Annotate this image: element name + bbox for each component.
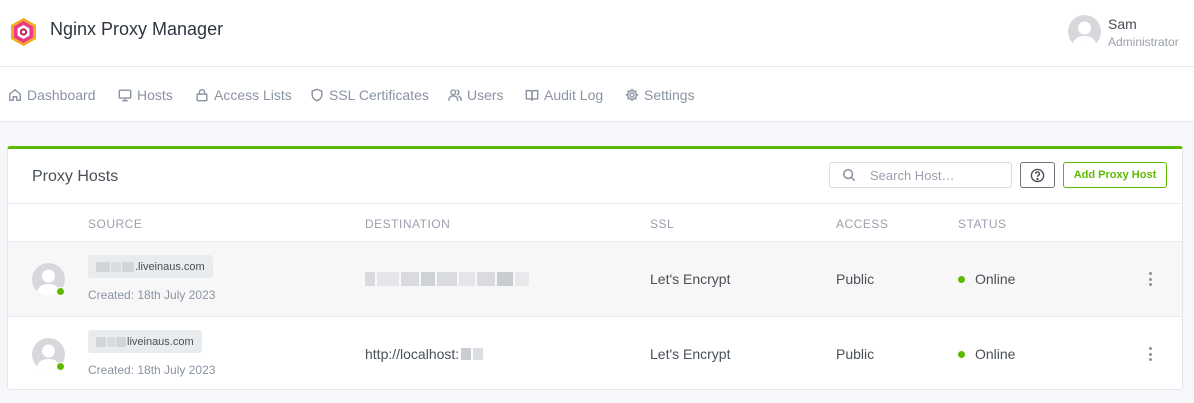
search-input[interactable] (870, 167, 1010, 183)
redacted-text (461, 348, 472, 360)
source-domain-text: liveinaus.com (127, 335, 194, 348)
nav-label: Users (467, 87, 504, 103)
nav-label: Dashboard (27, 87, 96, 103)
nav-item-dashboard[interactable]: Dashboard (8, 85, 96, 105)
lock-icon (196, 89, 208, 102)
book-icon (525, 89, 539, 101)
access-value: Public (836, 346, 875, 362)
nav-label: Settings (644, 87, 695, 103)
online-indicator (56, 287, 65, 296)
nav-item-settings[interactable]: Settings (625, 85, 695, 105)
nav-item-access-lists[interactable]: Access Lists (195, 85, 292, 105)
nav-item-audit-log[interactable]: Audit Log (525, 85, 603, 105)
table-row[interactable]: liveinaus.com Created: 18th July 2023 ht… (8, 316, 1182, 391)
proxy-hosts-card: Proxy Hosts Add Proxy Host SOURCE DESTIN… (7, 146, 1183, 390)
source-domain-tag[interactable]: liveinaus.com (88, 330, 202, 353)
column-header-status[interactable]: STATUS (958, 217, 1007, 231)
app-title: Nginx Proxy Manager (50, 19, 224, 39)
redacted-text (96, 336, 106, 347)
status-dot-icon (958, 350, 965, 358)
home-icon (9, 89, 21, 101)
table-row[interactable]: .liveinaus.com Created: 18th July 2023 L… (8, 241, 1182, 316)
user-silhouette-icon (1072, 21, 1097, 48)
destination-redacted (365, 271, 531, 287)
column-header-source[interactable]: SOURCE (88, 217, 142, 231)
redacted-text (96, 261, 110, 272)
app-logo-icon[interactable] (10, 17, 37, 47)
user-name[interactable]: Sam (1108, 16, 1137, 32)
ssl-provider: Let's Encrypt (650, 346, 731, 362)
row-actions-menu-icon[interactable] (1144, 345, 1156, 363)
search-box (829, 162, 1012, 188)
destination-text: http://localhost: (365, 346, 460, 362)
nav-item-ssl-certificates[interactable]: SSL Certificates (310, 85, 429, 105)
status-text: Online (975, 271, 1016, 287)
gear-icon (625, 88, 639, 102)
nav-item-hosts[interactable]: Hosts (118, 85, 173, 105)
redacted-text (473, 348, 484, 360)
nav-item-users[interactable]: Users (448, 85, 504, 105)
nav-label: Hosts (137, 87, 173, 103)
redacted-text (116, 336, 126, 347)
search-icon (842, 168, 856, 182)
monitor-icon (118, 89, 132, 102)
source-domain-text: .liveinaus.com (135, 260, 205, 273)
row-actions-menu-icon[interactable] (1144, 270, 1156, 288)
source-domain-tag[interactable]: .liveinaus.com (88, 255, 213, 278)
help-icon (1030, 168, 1045, 182)
status-badge: Online (958, 271, 1015, 287)
user-role: Administrator (1108, 35, 1179, 49)
created-date: Created: 18th July 2023 (88, 288, 216, 302)
redacted-text (111, 261, 121, 272)
ssl-provider: Let's Encrypt (650, 271, 731, 287)
redacted-text (107, 336, 115, 347)
status-text: Online (975, 346, 1016, 362)
access-value: Public (836, 271, 875, 287)
user-avatar[interactable] (1068, 15, 1101, 48)
nav-label: Access Lists (214, 87, 292, 103)
status-dot-icon (958, 275, 965, 283)
redacted-text (122, 261, 134, 272)
card-title: Proxy Hosts (32, 168, 119, 185)
top-header: Nginx Proxy Manager Sam Administrator (0, 0, 1194, 67)
divider (8, 203, 1182, 204)
column-header-destination[interactable]: DESTINATION (365, 217, 450, 231)
destination-url[interactable]: http://localhost: (365, 346, 485, 362)
nav-label: SSL Certificates (329, 87, 429, 103)
help-button[interactable] (1020, 162, 1055, 188)
main-nav: Dashboard Hosts Access Lists SSL Certifi… (0, 67, 1194, 122)
status-badge: Online (958, 346, 1015, 362)
online-indicator (56, 362, 65, 371)
column-header-ssl[interactable]: SSL (650, 217, 674, 231)
add-proxy-host-button[interactable]: Add Proxy Host (1063, 162, 1167, 188)
created-date: Created: 18th July 2023 (88, 363, 216, 377)
column-header-access[interactable]: ACCESS (836, 217, 888, 231)
shield-icon (311, 88, 323, 102)
nav-label: Audit Log (544, 87, 604, 103)
users-icon (448, 89, 462, 101)
